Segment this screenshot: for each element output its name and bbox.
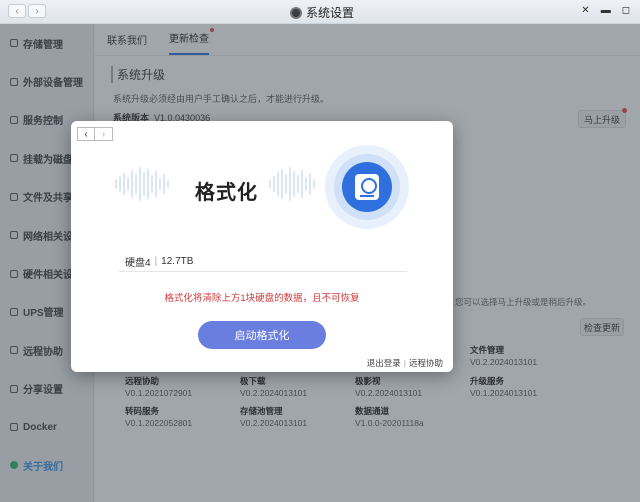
forward-arrow-icon[interactable]: ›: [28, 4, 46, 18]
window-title-group: 系统设置: [290, 4, 354, 21]
dialog-footer-links: 退出登录 | 远程协助: [367, 357, 443, 369]
window-controls: ✕ ▬ ◻: [581, 5, 630, 16]
forward-arrow-icon[interactable]: ›: [95, 127, 113, 141]
disk-size: 12.7TB: [161, 256, 194, 267]
logout-link[interactable]: 退出登录: [367, 358, 401, 368]
format-dialog: ‹ › 格式化 硬盘4 | 12.7TB 格式化将清除上方1块硬盘的数据，且不可…: [71, 121, 453, 372]
minimize-icon[interactable]: ▬: [601, 5, 611, 16]
sound-wave-left-icon: [115, 164, 169, 204]
window-title: 系统设置: [306, 6, 355, 20]
disk-name: 硬盘4: [125, 258, 151, 269]
remote-assist-link[interactable]: 远程协助: [409, 358, 443, 368]
back-arrow-icon[interactable]: ‹: [8, 4, 26, 18]
start-format-button[interactable]: 启动格式化: [198, 321, 326, 349]
sound-wave-right-icon: [269, 164, 315, 204]
format-warning: 格式化将清除上方1块硬盘的数据，且不可恢复: [164, 293, 360, 304]
maximize-icon[interactable]: ◻: [622, 5, 630, 16]
dialog-title: 格式化: [195, 182, 258, 204]
title-bar: ‹ › 系统设置 ✕ ▬ ◻: [0, 0, 640, 24]
separator: |: [403, 358, 406, 368]
separator: |: [154, 256, 158, 267]
back-arrow-icon[interactable]: ‹: [77, 127, 95, 141]
window-nav: ‹ ›: [8, 4, 46, 18]
close-icon[interactable]: ✕: [581, 5, 589, 16]
settings-app-icon: [290, 6, 302, 19]
dialog-nav: ‹ ›: [77, 127, 113, 141]
hard-disk-icon: [325, 145, 409, 229]
selected-disk-field: 硬盘4 | 12.7TB: [119, 252, 407, 272]
